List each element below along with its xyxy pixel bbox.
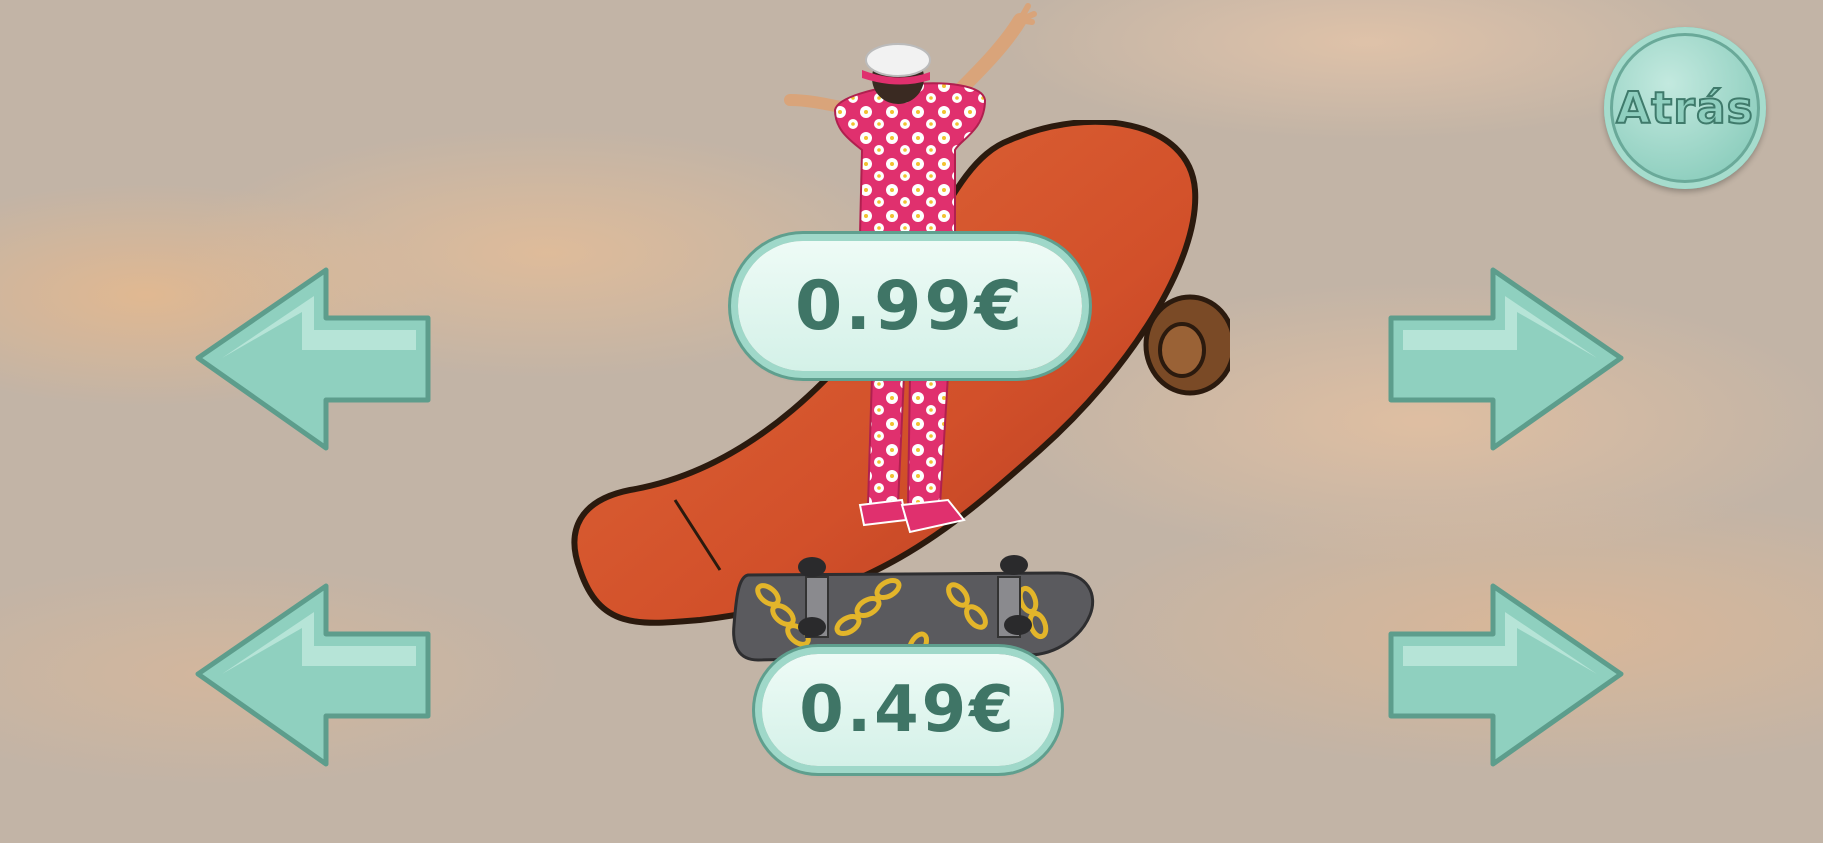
board-price-button[interactable]: 0.49€ <box>762 654 1054 766</box>
arrow-left-icon <box>195 267 431 451</box>
outfit-next-button[interactable] <box>1385 266 1627 452</box>
chain-skateboard <box>732 555 1095 662</box>
board-next-button[interactable] <box>1385 582 1627 768</box>
back-button[interactable]: Atrás <box>1604 27 1766 189</box>
outfit-price-label: 0.99€ <box>794 266 1026 346</box>
back-button-label: Atrás <box>1615 82 1754 135</box>
outfit-price-button[interactable]: 0.99€ <box>738 241 1082 371</box>
board-prev-button[interactable] <box>192 582 434 768</box>
outfit-prev-button[interactable] <box>192 266 434 452</box>
board-price-label: 0.49€ <box>799 673 1017 747</box>
arrow-left-icon <box>195 583 431 767</box>
arrow-right-icon <box>1388 583 1624 767</box>
arrow-right-icon <box>1388 267 1624 451</box>
